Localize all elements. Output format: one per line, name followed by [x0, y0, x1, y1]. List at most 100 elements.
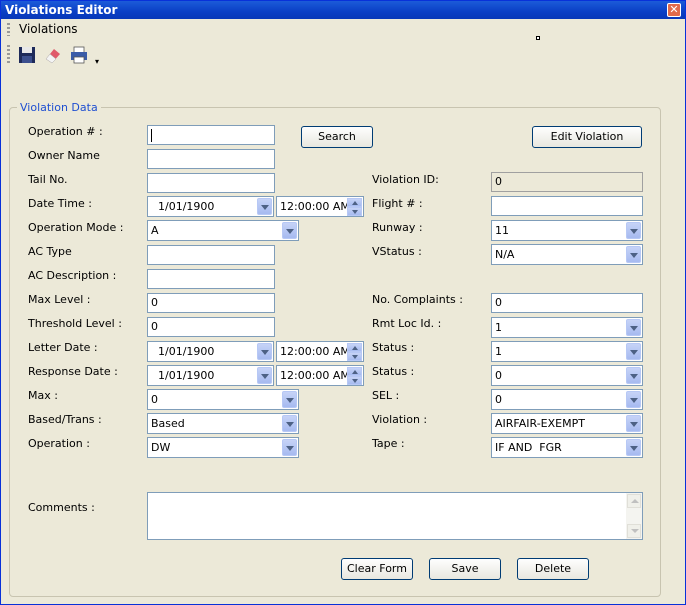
toolbar: ▾: [7, 41, 107, 69]
clear-form-button[interactable]: Clear Form: [341, 558, 413, 580]
max-select[interactable]: 0: [147, 389, 299, 410]
spin-down-icon[interactable]: [347, 207, 362, 216]
spin-down-icon[interactable]: [347, 352, 362, 361]
operation-mode-select[interactable]: A: [147, 220, 299, 241]
chevron-down-icon[interactable]: [626, 391, 641, 408]
chevron-down-icon[interactable]: [282, 415, 297, 432]
flight-no-input[interactable]: [491, 196, 643, 216]
chevron-down-icon[interactable]: [282, 439, 297, 456]
label-response-date: Response Date :: [28, 365, 118, 378]
text-caret: [151, 128, 152, 142]
violation-id-field: 0: [491, 172, 643, 192]
response-date-picker[interactable]: 1/01/1900: [147, 365, 274, 386]
status-2-value: 0: [495, 369, 502, 382]
label-status-2: Status :: [372, 365, 415, 378]
chevron-down-icon[interactable]: [282, 222, 297, 239]
operation-select[interactable]: DW: [147, 437, 299, 458]
status-2-select[interactable]: 0: [491, 365, 643, 386]
label-threshold-level: Threshold Level :: [28, 317, 122, 330]
chevron-down-icon[interactable]: [626, 415, 641, 432]
chevron-down-icon[interactable]: [626, 367, 641, 384]
status-1-value: 1: [495, 345, 502, 358]
tail-no-input[interactable]: [147, 173, 275, 193]
label-tape: Tape :: [372, 437, 405, 450]
spin-down-icon[interactable]: [347, 376, 362, 385]
label-based-trans: Based/Trans :: [28, 413, 102, 426]
date-value: 1/01/1900: [158, 200, 215, 213]
ac-description-input[interactable]: [147, 269, 275, 289]
status-1-select[interactable]: 1: [491, 341, 643, 362]
save-button[interactable]: Save: [429, 558, 501, 580]
comments-scrollbar[interactable]: [626, 493, 642, 539]
window-title: Violations Editor: [5, 3, 118, 17]
vstatus-select[interactable]: N/A: [491, 244, 643, 265]
date-picker[interactable]: 1/01/1900: [147, 196, 274, 217]
ac-type-input[interactable]: [147, 245, 275, 265]
scroll-down-icon[interactable]: [627, 524, 641, 538]
label-ac-type: AC Type: [28, 245, 72, 258]
label-ac-description: AC Description :: [28, 269, 117, 282]
print-icon[interactable]: [69, 45, 89, 65]
no-complaints-input[interactable]: 0: [491, 293, 643, 313]
label-flight-no: Flight # :: [372, 197, 423, 210]
owner-name-input[interactable]: [147, 149, 275, 169]
tape-select[interactable]: IF AND FGR: [491, 437, 643, 458]
label-tail-no: Tail No.: [28, 173, 68, 186]
label-operation: Operation :: [28, 437, 90, 450]
print-dropdown-icon[interactable]: ▾: [95, 57, 99, 66]
chevron-down-icon[interactable]: [257, 198, 272, 215]
label-owner-name: Owner Name: [28, 149, 100, 162]
letter-time-spinner[interactable]: 12:00:00 AM: [276, 341, 364, 362]
runway-select[interactable]: 11: [491, 220, 643, 241]
chevron-down-icon[interactable]: [626, 319, 641, 336]
based-trans-select[interactable]: Based: [147, 413, 299, 434]
chevron-down-icon[interactable]: [257, 367, 272, 384]
toolbar-grip: [7, 45, 10, 63]
spin-up-icon[interactable]: [347, 343, 362, 352]
edit-violation-button[interactable]: Edit Violation: [532, 126, 642, 148]
operation-value: DW: [151, 441, 171, 454]
comments-textarea[interactable]: [147, 492, 643, 540]
delete-button[interactable]: Delete: [517, 558, 589, 580]
label-violation-id: Violation ID:: [372, 173, 439, 186]
max-level-input[interactable]: 0: [147, 293, 275, 313]
scroll-up-icon[interactable]: [627, 494, 641, 508]
label-rmt-loc-id: Rmt Loc Id. :: [372, 317, 442, 330]
search-button[interactable]: Search: [301, 126, 373, 148]
violation-value: AIRFAIR-EXEMPT: [495, 417, 585, 430]
rmt-loc-id-select[interactable]: 1: [491, 317, 643, 338]
eraser-icon[interactable]: [43, 45, 63, 65]
chevron-down-icon[interactable]: [626, 222, 641, 239]
based-trans-value: Based: [151, 417, 185, 430]
label-sel: SEL :: [372, 389, 400, 402]
max-value: 0: [151, 393, 158, 406]
response-time-spinner[interactable]: 12:00:00 AM: [276, 365, 364, 386]
runway-value: 11: [495, 224, 509, 237]
chevron-down-icon[interactable]: [626, 246, 641, 263]
spin-up-icon[interactable]: [347, 198, 362, 207]
chevron-down-icon[interactable]: [282, 391, 297, 408]
menu-violations[interactable]: Violations: [19, 22, 78, 36]
time-spinner[interactable]: 12:00:00 AM: [276, 196, 364, 217]
label-no-complaints: No. Complaints :: [372, 293, 463, 306]
menu-grip: [7, 23, 10, 36]
label-max-level: Max Level :: [28, 293, 91, 306]
spin-up-icon[interactable]: [347, 367, 362, 376]
sel-select[interactable]: 0: [491, 389, 643, 410]
operation-no-input[interactable]: [147, 125, 275, 145]
small-square-marker: [536, 36, 540, 40]
response-time-value: 12:00:00 AM: [280, 369, 350, 382]
label-runway: Runway :: [372, 221, 423, 234]
threshold-level-input[interactable]: 0: [147, 317, 275, 337]
letter-date-picker[interactable]: 1/01/1900: [147, 341, 274, 362]
time-value: 12:00:00 AM: [280, 200, 350, 213]
chevron-down-icon[interactable]: [626, 439, 641, 456]
save-icon[interactable]: [17, 45, 37, 65]
letter-time-value: 12:00:00 AM: [280, 345, 350, 358]
operation-mode-value: A: [151, 224, 159, 237]
label-operation-no: Operation # :: [28, 125, 103, 138]
chevron-down-icon[interactable]: [626, 343, 641, 360]
close-icon[interactable]: ✕: [667, 3, 681, 17]
chevron-down-icon[interactable]: [257, 343, 272, 360]
violation-select[interactable]: AIRFAIR-EXEMPT: [491, 413, 643, 434]
